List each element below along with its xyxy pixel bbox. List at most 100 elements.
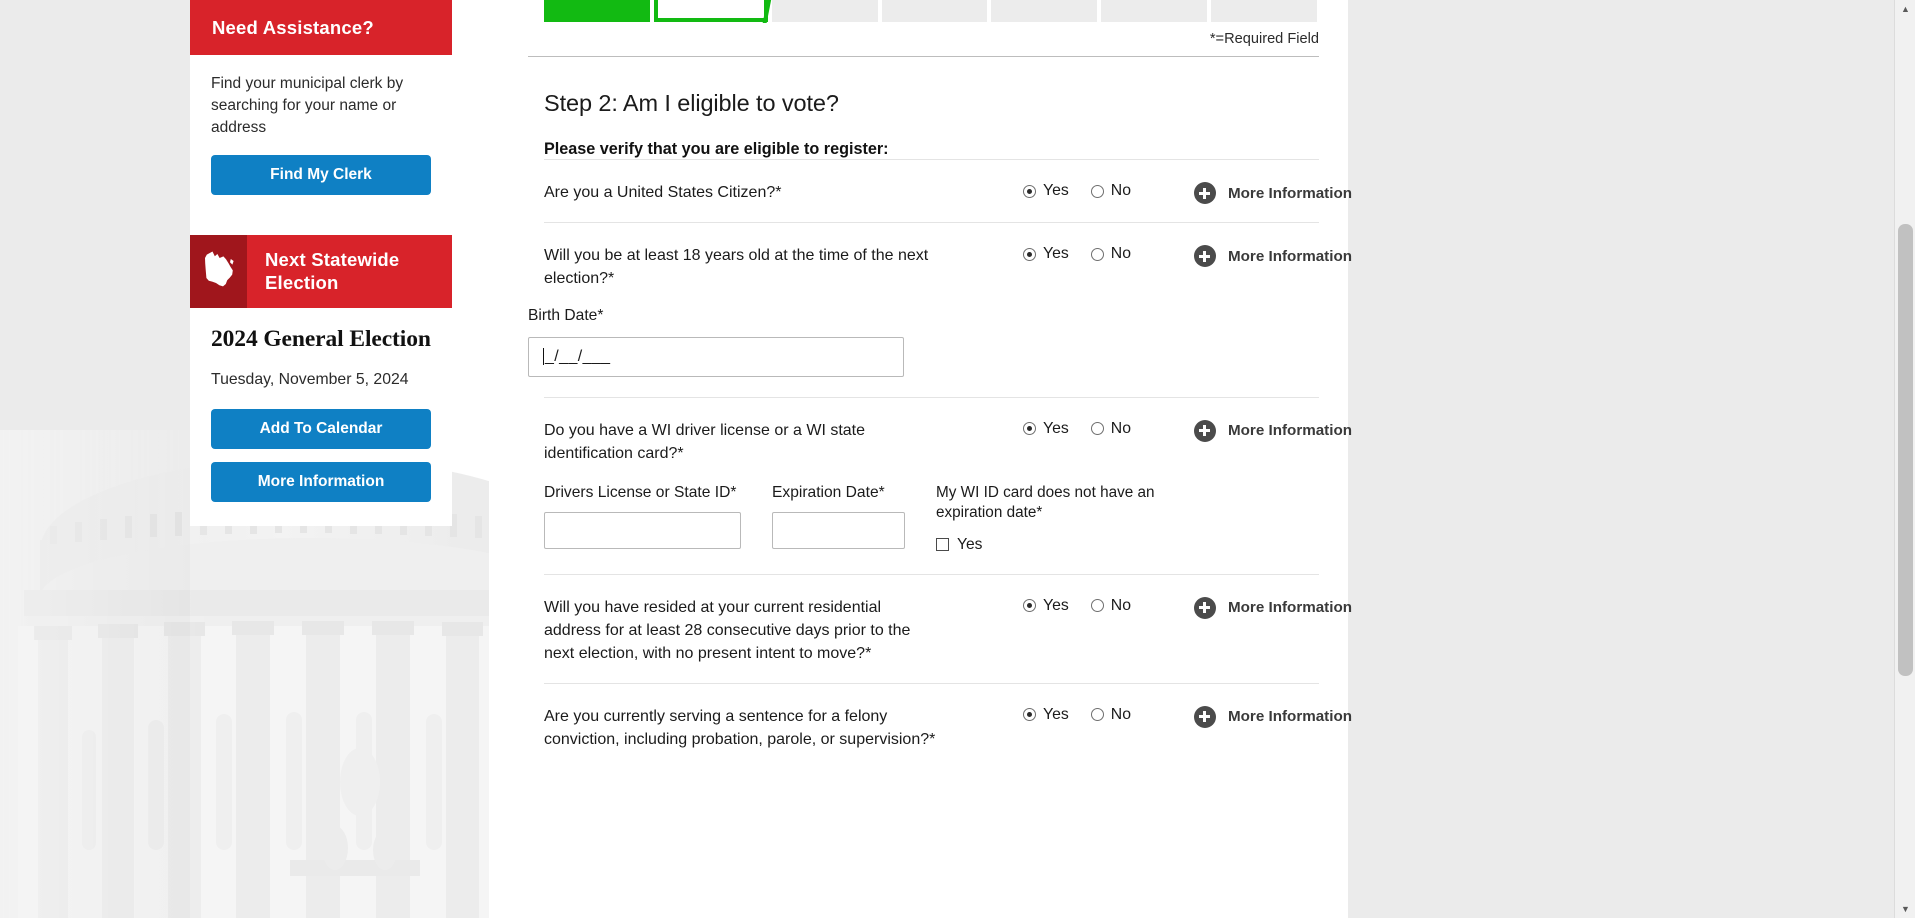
radio-group-felony: Yes No (1023, 706, 1131, 724)
question-label-citizenship: Are you a United States Citizen?* (544, 184, 782, 201)
question-controls-felony: Yes No More Information (1023, 704, 1352, 728)
main-content: *=Required Field Step 2: Am I eligible t… (489, 0, 1352, 918)
question-controls-age: Yes No More Information (1023, 243, 1353, 268)
plus-icon (1193, 596, 1216, 619)
scroll-up-arrow-icon[interactable]: ▲ (1895, 0, 1915, 18)
radio-citizenship-no[interactable]: No (1090, 182, 1131, 200)
drivers-license-input[interactable] (544, 511, 741, 549)
more-information-label: More Information (1227, 599, 1353, 617)
election-more-information-button[interactable]: More Information (211, 461, 431, 502)
required-field-note: *=Required Field (1209, 31, 1319, 47)
page-scrollbar[interactable]: ▲ ▼ (1894, 0, 1915, 918)
checkbox-icon (936, 538, 949, 552)
more-information-label: More Information (1227, 247, 1353, 265)
next-statewide-election-card: Next Statewide Election 2024 General Ele… (190, 234, 452, 526)
radio-citizenship-yes[interactable]: Yes (1023, 182, 1069, 200)
radio-age-no[interactable]: No (1090, 245, 1131, 263)
radio-label: No (1110, 705, 1131, 723)
no-expiration-checkbox[interactable]: Yes (936, 536, 1166, 554)
find-my-clerk-button[interactable]: Find My Clerk (211, 154, 431, 195)
birth-date-value: _/__/___ (545, 347, 611, 365)
drivers-license-field-group: Drivers License or State ID* (544, 483, 741, 549)
add-to-calendar-button[interactable]: Add To Calendar (211, 408, 431, 449)
need-assistance-text: Find your municipal clerk by searching f… (211, 75, 404, 136)
step-progress-bar (544, 0, 1318, 22)
radio-residency-yes[interactable]: Yes (1023, 597, 1069, 615)
more-information-label: More Information (1227, 184, 1353, 202)
radio-label: Yes (1043, 245, 1069, 263)
need-assistance-body: Find your municipal clerk by searching f… (190, 55, 452, 219)
radio-label: Yes (1043, 182, 1069, 199)
expiration-date-input[interactable] (772, 511, 905, 549)
question-row-wi-id: Do you have a WI driver license or a WI … (544, 396, 1352, 483)
progress-segment-4[interactable] (881, 0, 988, 22)
scrollbar-thumb[interactable] (1898, 224, 1913, 676)
radio-residency-no[interactable]: No (1090, 596, 1131, 615)
drivers-license-label: Drivers License or State ID* (544, 484, 737, 502)
more-information-citizenship[interactable]: More Information (1193, 182, 1353, 204)
radio-dot-icon (1090, 599, 1104, 613)
next-election-body: 2024 General Election Tuesday, November … (190, 308, 452, 526)
election-name: 2024 General Election (211, 325, 431, 352)
more-information-felony[interactable]: More Information (1193, 705, 1353, 728)
radio-label: No (1110, 419, 1131, 437)
more-information-age[interactable]: More Information (1193, 245, 1353, 268)
plus-icon (1193, 182, 1216, 204)
question-row-felony: Are you currently serving a sentence for… (544, 682, 1352, 769)
question-label-felony: Are you currently serving a sentence for… (544, 707, 936, 748)
radio-dot-icon (1023, 247, 1036, 261)
wisconsin-state-outline-icon (190, 234, 247, 308)
more-information-residency[interactable]: More Information (1193, 596, 1353, 619)
expiration-date-field-group: Expiration Date* (772, 483, 905, 549)
sidebar: Need Assistance? Find your municipal cle… (190, 0, 452, 526)
birth-date-input[interactable]: _/__/___ (528, 336, 904, 377)
radio-dot-icon (1090, 247, 1104, 261)
next-election-heading: Next Statewide Election (265, 248, 400, 294)
radio-dot-icon (1090, 184, 1104, 198)
radio-felony-no[interactable]: No (1090, 705, 1131, 724)
need-assistance-heading: Need Assistance? (212, 17, 374, 39)
radio-label: Yes (1043, 419, 1069, 437)
birth-date-block: Birth Date* _/__/___ (528, 306, 1319, 397)
birth-date-label: Birth Date* (528, 307, 604, 325)
radio-age-yes[interactable]: Yes (1023, 245, 1069, 263)
progress-segment-5[interactable] (991, 0, 1098, 22)
progress-segment-7[interactable] (1211, 0, 1318, 22)
radio-label: No (1110, 182, 1131, 199)
no-expiration-note: My WI ID card does not have an expiratio… (936, 484, 1155, 521)
radio-dot-icon (1023, 708, 1036, 722)
radio-dot-icon (1090, 708, 1104, 722)
radio-group-residency: Yes No (1023, 597, 1131, 615)
next-election-header: Next Statewide Election (190, 234, 452, 308)
expiration-date-label: Expiration Date* (772, 484, 885, 502)
radio-wi-id-yes[interactable]: Yes (1023, 420, 1069, 438)
progress-segment-1[interactable] (544, 0, 650, 22)
radio-label: No (1110, 245, 1131, 263)
question-controls-residency: Yes No More Information (1023, 595, 1352, 619)
radio-wi-id-no[interactable]: No (1090, 419, 1131, 438)
radio-label: No (1110, 596, 1131, 614)
progress-segment-6[interactable] (1101, 0, 1208, 22)
election-date: Tuesday, November 5, 2024 (211, 370, 409, 388)
verify-instruction: Please verify that you are eligible to r… (544, 140, 889, 158)
radio-group-citizenship: Yes No (1023, 182, 1131, 200)
radio-dot-icon (1023, 184, 1036, 198)
more-information-wi-id[interactable]: More Information (1193, 419, 1353, 442)
progress-segment-3[interactable] (771, 0, 878, 22)
question-controls-wi-id: Yes No More Information (1023, 418, 1352, 442)
plus-icon (1193, 419, 1216, 442)
radio-group-wi-id: Yes No (1023, 420, 1131, 438)
radio-dot-icon (1023, 422, 1036, 436)
question-label-residency: Will you have resided at your current re… (544, 598, 911, 662)
radio-felony-yes[interactable]: Yes (1023, 706, 1069, 724)
more-information-label: More Information (1227, 708, 1353, 726)
scroll-down-arrow-icon[interactable]: ▼ (1895, 900, 1915, 918)
id-fields-row: Drivers License or State ID* Expiration … (544, 483, 1319, 574)
more-information-label: More Information (1227, 422, 1353, 440)
plus-icon (1193, 245, 1216, 268)
progress-segment-2[interactable] (653, 0, 768, 22)
need-assistance-card: Need Assistance? Find your municipal cle… (190, 0, 452, 219)
question-controls-citizenship: Yes No More Information (1023, 180, 1352, 204)
text-caret (543, 348, 544, 366)
right-gutter (1348, 0, 1894, 918)
